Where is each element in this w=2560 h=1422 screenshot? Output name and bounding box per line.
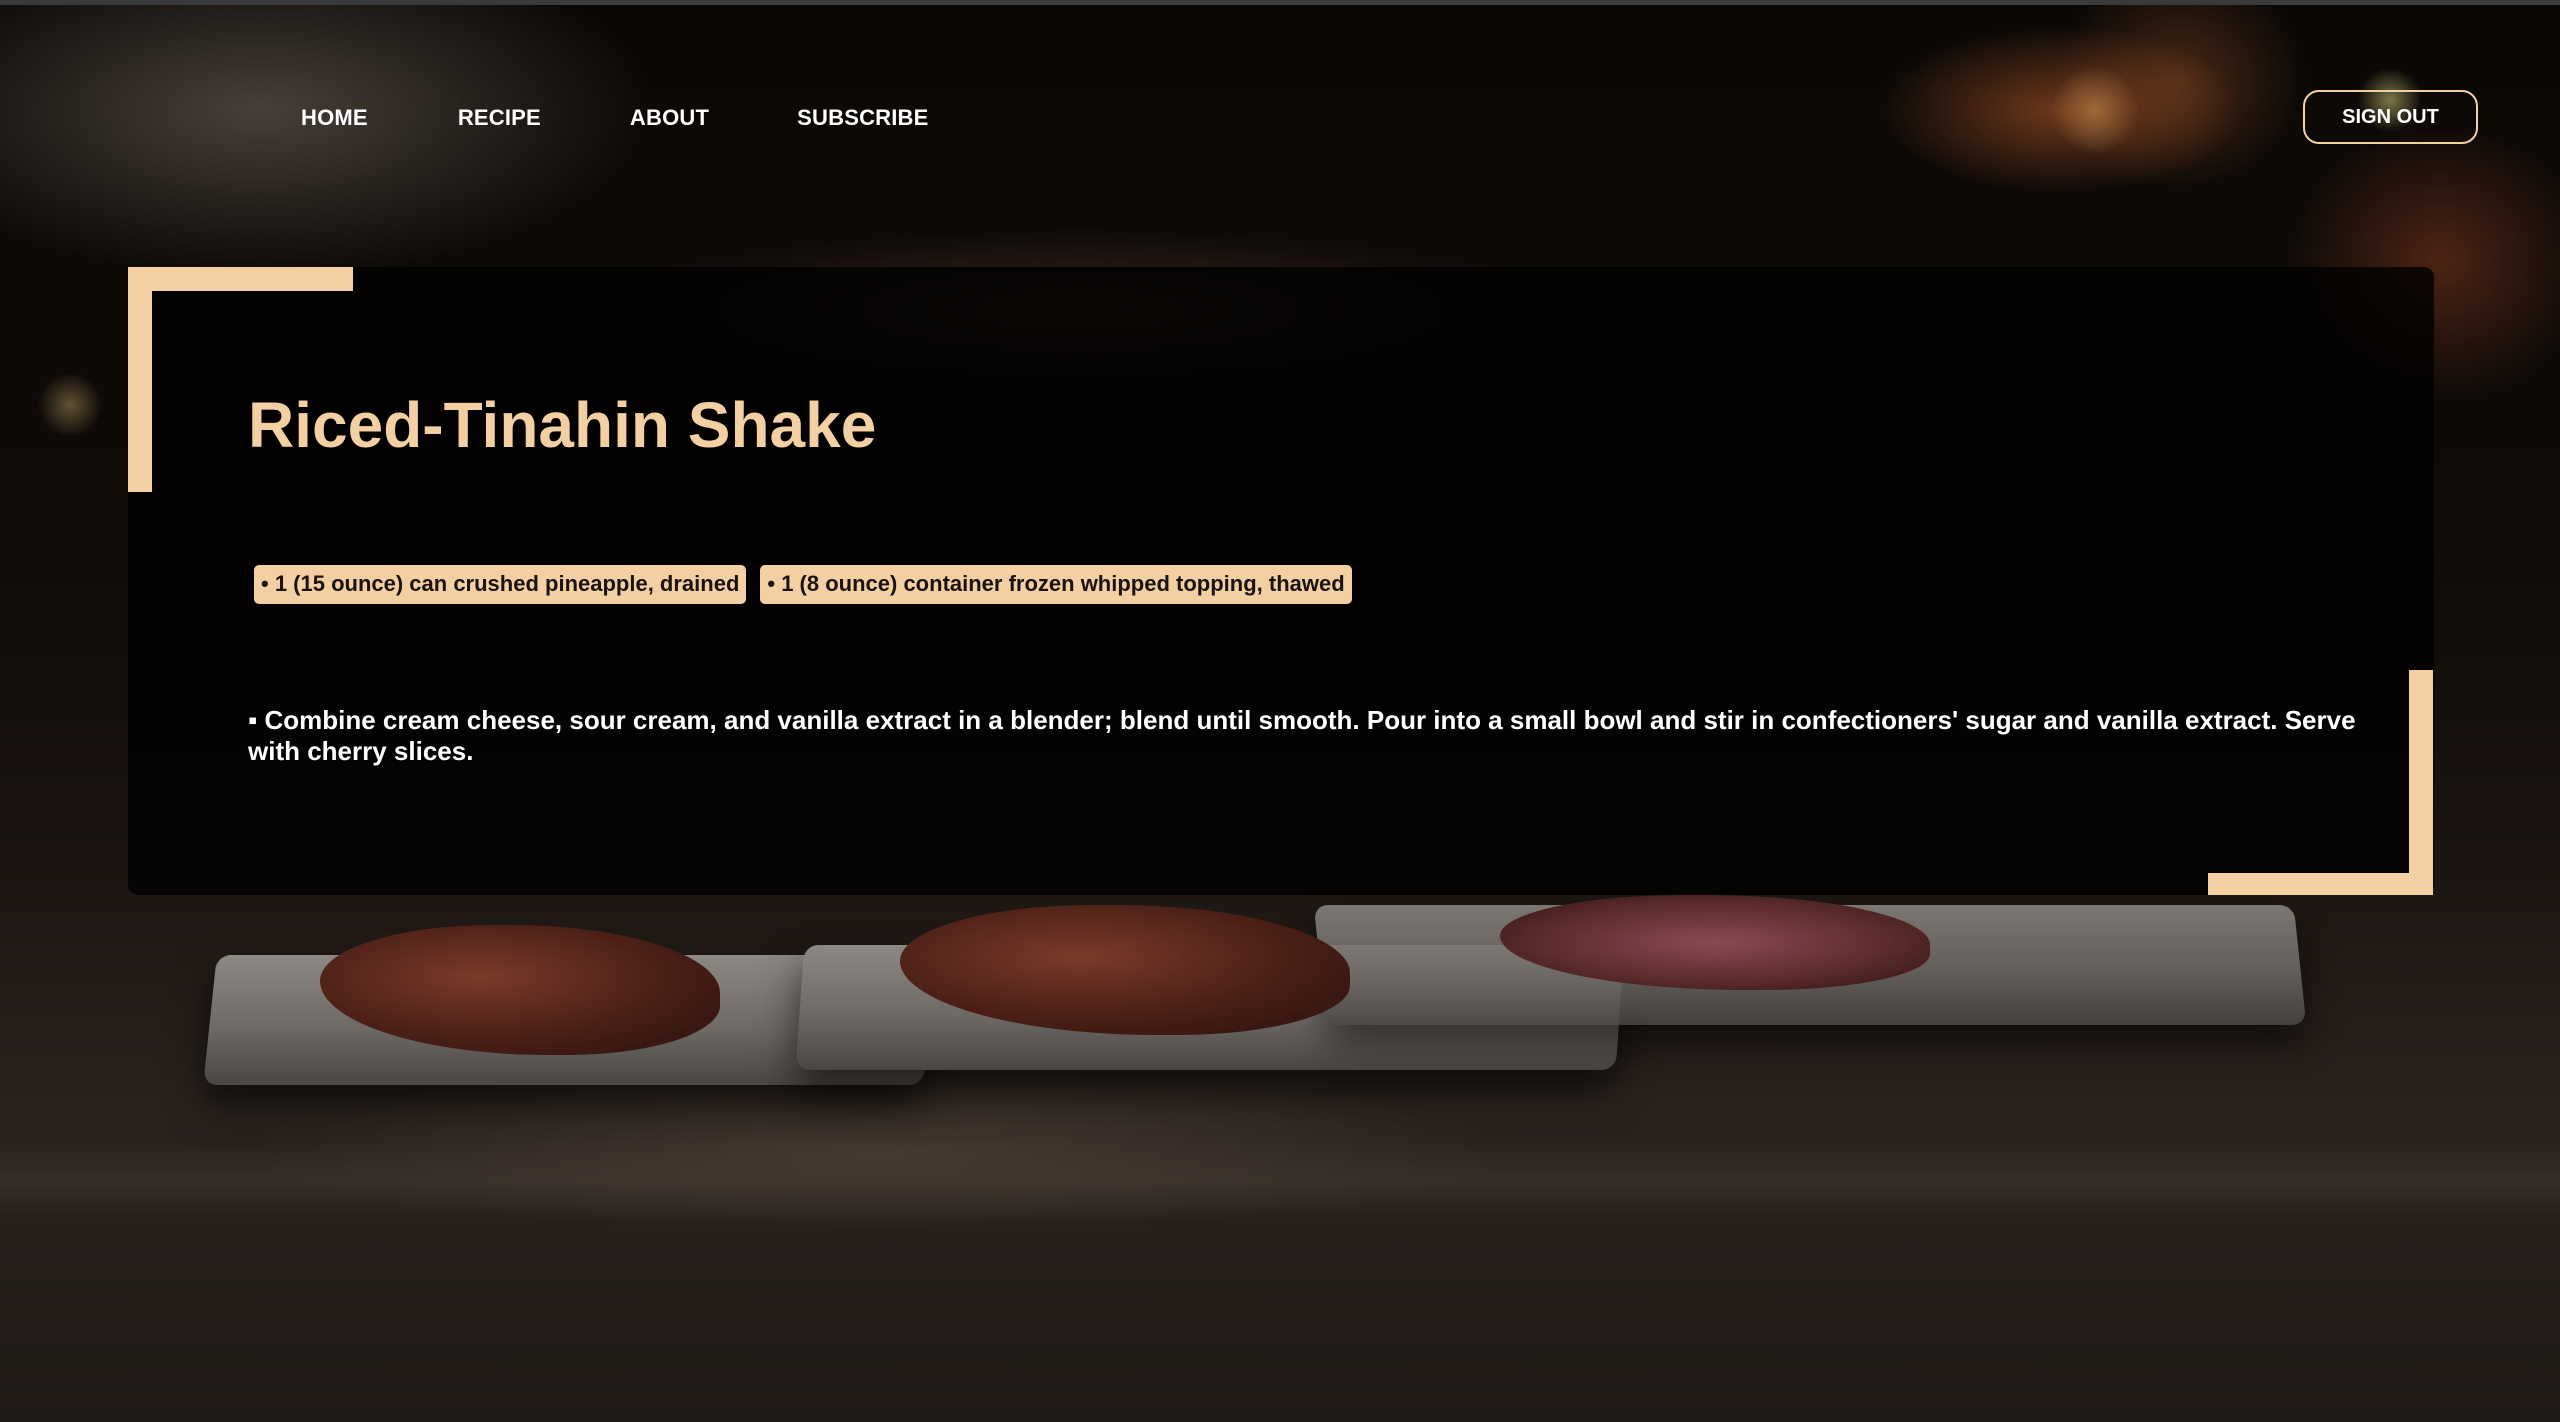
nav-home-link[interactable]: HOME — [301, 105, 368, 131]
card-corner-top-left — [128, 267, 152, 492]
nav-about-link[interactable]: ABOUT — [630, 105, 709, 131]
sign-out-button[interactable]: SIGN OUT — [2303, 90, 2478, 144]
window-top-border — [0, 0, 2560, 5]
recipe-title: Riced-Tinahin Shake — [248, 389, 877, 461]
card-corner-bottom-right — [2409, 670, 2433, 895]
nav-recipe-link[interactable]: RECIPE — [458, 105, 541, 131]
recipe-instructions: ▪ Combine cream cheese, sour cream, and … — [248, 705, 2356, 766]
card-corner-bottom-right — [2208, 873, 2433, 895]
ingredient-list: • 1 (15 ounce) can crushed pineapple, dr… — [254, 565, 1352, 604]
ingredient-chip: • 1 (15 ounce) can crushed pineapple, dr… — [254, 565, 747, 604]
ingredient-chip: • 1 (8 ounce) container frozen whipped t… — [760, 565, 1352, 604]
card-corner-top-left — [128, 267, 353, 291]
counter-edge — [0, 1140, 2560, 1220]
nav-subscribe-link[interactable]: SUBSCRIBE — [797, 105, 928, 131]
main-nav: HOME RECIPE ABOUT SUBSCRIBE — [301, 105, 929, 131]
